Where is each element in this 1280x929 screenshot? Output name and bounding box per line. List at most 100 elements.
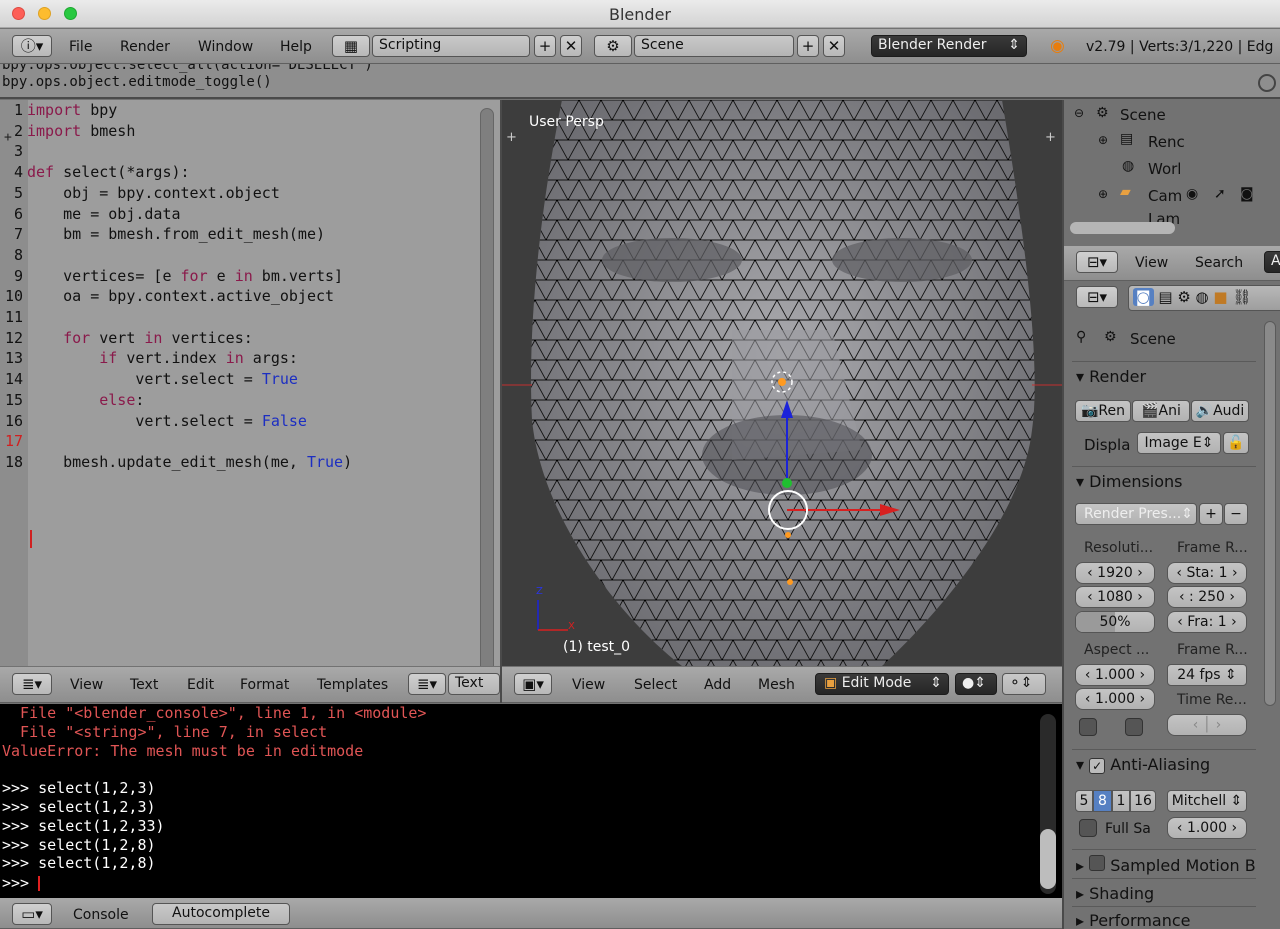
- shading-dropdown[interactable]: ●⇕: [955, 673, 997, 695]
- render-layers-tab-icon[interactable]: ▤: [1158, 288, 1172, 306]
- render-image-button[interactable]: 📷Ren: [1075, 400, 1131, 422]
- viewport-menu-add[interactable]: Add: [704, 677, 731, 693]
- outliner-menu-view[interactable]: View: [1135, 255, 1168, 271]
- aa-samples-11[interactable]: 1: [1112, 790, 1130, 812]
- viewport-menu-view[interactable]: View: [572, 677, 605, 693]
- text-datablock-icon[interactable]: ≣▾: [408, 673, 446, 695]
- shading-panel-expander[interactable]: ▸ Shading: [1076, 884, 1154, 903]
- scene-icon[interactable]: ⚙: [594, 35, 632, 57]
- render-presets-dropdown[interactable]: Render Pres...⇕: [1075, 503, 1197, 525]
- info-editor-type-button[interactable]: ⓘ▾: [12, 35, 52, 57]
- viewport-menu-mesh[interactable]: Mesh: [758, 677, 795, 693]
- outliner-display-mode[interactable]: A: [1264, 251, 1280, 273]
- head-mesh[interactable]: [502, 100, 1062, 666]
- anti-aliasing-panel-expander[interactable]: ▾ ✓ Anti-Aliasing: [1076, 755, 1210, 774]
- motion-blur-panel-expander[interactable]: ▸ Sampled Motion B: [1076, 855, 1256, 875]
- time-remap-field[interactable]: ‹ │ ›: [1167, 714, 1247, 736]
- lock-interface-icon[interactable]: 🔓: [1223, 432, 1249, 454]
- pivot-dropdown[interactable]: ⚬⇕: [1002, 673, 1046, 695]
- render-engine-dropdown[interactable]: Blender Render ⇕: [871, 35, 1027, 57]
- scene-field[interactable]: Scene: [634, 35, 794, 57]
- resolution-percentage-slider[interactable]: 50%: [1075, 611, 1155, 633]
- render-animation-button[interactable]: 🎬Ani: [1132, 400, 1190, 422]
- properties-tabs[interactable]: ◙ ▤ ⚙ ◍ ■ ⛓: [1128, 285, 1280, 311]
- performance-panel-expander[interactable]: ▸ Performance: [1076, 911, 1191, 929]
- console-prompt[interactable]: >>>: [2, 874, 41, 892]
- mode-dropdown[interactable]: ▣ Edit Mode ⇕: [815, 673, 949, 695]
- render-tab-camera-icon[interactable]: ◙: [1133, 288, 1154, 306]
- text-datablock-name[interactable]: Text: [448, 673, 500, 695]
- dimensions-panel-expander[interactable]: ▾ Dimensions: [1076, 472, 1183, 491]
- visibility-eye-icon[interactable]: ◉: [1186, 186, 1198, 202]
- add-preset-icon[interactable]: +: [1199, 503, 1223, 525]
- screen-layout-field[interactable]: Scripting: [372, 35, 530, 57]
- properties-scrollbar[interactable]: [1264, 321, 1276, 706]
- scene-tab-icon[interactable]: ⚙: [1177, 288, 1190, 306]
- world-tab-icon[interactable]: ◍: [1196, 288, 1209, 306]
- console-editor-type-icon[interactable]: ▭▾: [12, 903, 52, 925]
- full-sample-checkbox[interactable]: [1079, 819, 1097, 837]
- resolution-x-field[interactable]: ‹ 1920 ›: [1075, 562, 1155, 584]
- text-menu-format[interactable]: Format: [240, 677, 289, 693]
- outliner-editor-type-icon[interactable]: ⊟▾: [1076, 251, 1118, 273]
- frame-end-field[interactable]: ‹ : 250 ›: [1167, 586, 1247, 608]
- frame-step-field[interactable]: ‹ Fra: 1 ›: [1167, 611, 1247, 633]
- console-menu-console[interactable]: Console: [73, 907, 129, 923]
- menu-render[interactable]: Render: [120, 39, 170, 55]
- remove-preset-icon[interactable]: −: [1224, 503, 1248, 525]
- text-menu-edit[interactable]: Edit: [187, 677, 214, 693]
- scroll-handle[interactable]: [1258, 74, 1276, 92]
- menu-help[interactable]: Help: [280, 39, 312, 55]
- console-scroll-thumb[interactable]: [1040, 829, 1056, 889]
- anti-aliasing-checkbox[interactable]: ✓: [1089, 758, 1106, 774]
- add-screen-icon[interactable]: +: [534, 35, 556, 57]
- render-panel-expander[interactable]: ▾ Render: [1076, 367, 1146, 386]
- expand-render-icon[interactable]: ⊕: [1098, 133, 1108, 147]
- outliner-item-scene[interactable]: Scene: [1120, 106, 1166, 124]
- border-checkbox[interactable]: [1079, 718, 1097, 736]
- text-menu-templates[interactable]: Templates: [317, 677, 388, 693]
- crop-checkbox[interactable]: [1125, 718, 1143, 736]
- outliner-item-render[interactable]: Renc: [1148, 133, 1185, 151]
- aspect-y-field[interactable]: ‹ 1.000 ›: [1075, 688, 1155, 710]
- outliner-item-world[interactable]: Worl: [1148, 160, 1181, 178]
- renderable-camera-icon[interactable]: ◙: [1240, 186, 1254, 202]
- frame-start-field[interactable]: ‹ Sta: 1 ›: [1167, 562, 1247, 584]
- text-menu-text[interactable]: Text: [130, 677, 158, 693]
- add-scene-icon[interactable]: +: [797, 35, 819, 57]
- outliner[interactable]: ⊖ ⚙ Scene ⊕ ▤ Renc ◍ Worl ⊕ ▰ Cam ◉ ➚ ◙ …: [1064, 100, 1280, 246]
- delete-scene-icon[interactable]: ✕: [823, 35, 845, 57]
- aspect-x-field[interactable]: ‹ 1.000 ›: [1075, 664, 1155, 686]
- properties-editor-type-icon[interactable]: ⊟▾: [1076, 286, 1118, 308]
- aa-filter-size-field[interactable]: ‹ 1.000 ›: [1167, 817, 1247, 839]
- 3d-viewport[interactable]: User Persp Z X (1) test_0 + +: [502, 100, 1062, 666]
- text-editor[interactable]: + 1 import bpy 2 import bmesh 3 4 def select(*…: [0, 100, 500, 666]
- autocomplete-button[interactable]: Autocomplete: [152, 903, 290, 925]
- area-divider[interactable]: [1062, 100, 1064, 929]
- toolshelf-toggle-icon[interactable]: +: [506, 130, 517, 145]
- object-tab-icon[interactable]: ■: [1213, 288, 1227, 306]
- screen-layout-icon[interactable]: ▦: [332, 35, 370, 57]
- properties-toggle-icon[interactable]: +: [1045, 130, 1056, 145]
- area-divider[interactable]: [500, 100, 502, 703]
- properties-editor[interactable]: ⊟▾ ◙ ▤ ⚙ ◍ ■ ⛓ ⚲ ⚙ Scene ▾ Render 📷Ren 🎬…: [1064, 281, 1280, 929]
- motion-blur-checkbox[interactable]: [1089, 855, 1106, 871]
- outliner-menu-search[interactable]: Search: [1195, 255, 1243, 271]
- viewport-menu-select[interactable]: Select: [634, 677, 677, 693]
- delete-screen-icon[interactable]: ✕: [560, 35, 582, 57]
- aa-filter-dropdown[interactable]: Mitchell ⇕: [1167, 790, 1247, 812]
- viewport-editor-type-icon[interactable]: ▣▾: [514, 673, 552, 695]
- outliner-hscroll[interactable]: [1070, 222, 1175, 234]
- outliner-item-camera[interactable]: Cam: [1148, 187, 1182, 205]
- collapse-scene-icon[interactable]: ⊖: [1074, 106, 1084, 120]
- selectable-arrow-icon[interactable]: ➚: [1214, 186, 1226, 202]
- text-scrollbar[interactable]: [480, 108, 494, 666]
- menu-window[interactable]: Window: [198, 39, 253, 55]
- menu-file[interactable]: File: [69, 39, 92, 55]
- text-editor-type-icon[interactable]: ≣▾: [12, 673, 52, 695]
- fps-dropdown[interactable]: 24 fps ⇕: [1167, 664, 1247, 686]
- display-dropdown[interactable]: Image E⇕: [1137, 432, 1221, 454]
- render-audio-button[interactable]: 🔊Audi: [1191, 400, 1249, 422]
- text-menu-view[interactable]: View: [70, 677, 103, 693]
- python-console[interactable]: File "<blender_console>", line 1, in <mo…: [0, 704, 1062, 898]
